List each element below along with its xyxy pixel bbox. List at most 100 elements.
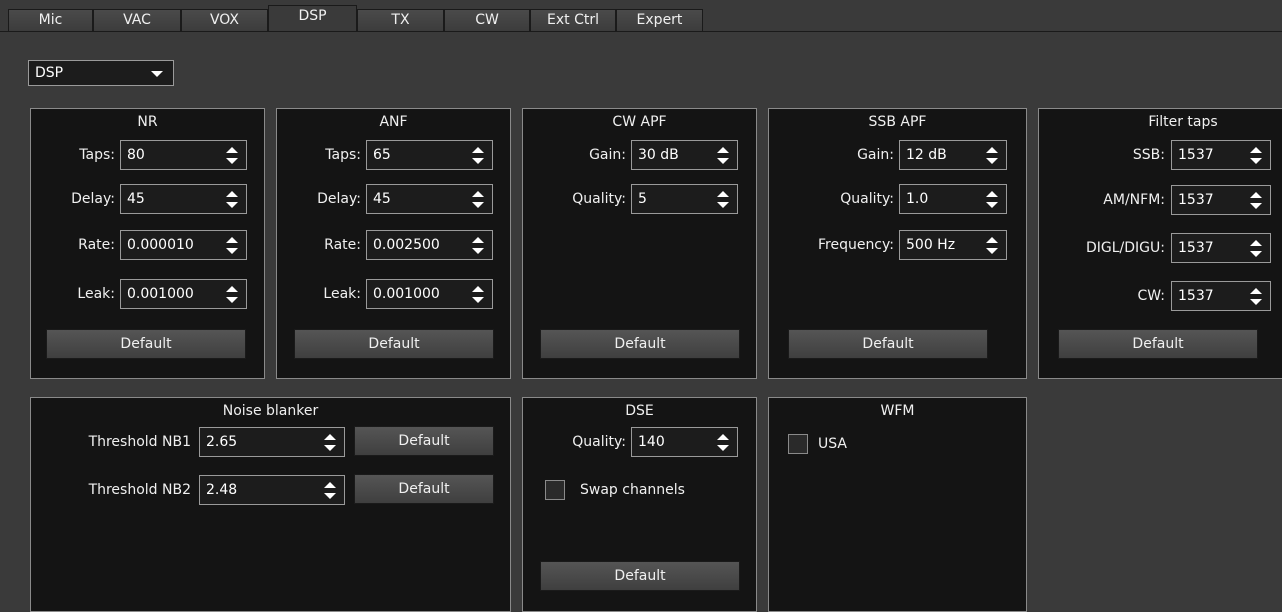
tab-dsp[interactable]: DSP (268, 5, 357, 33)
nr-leak-label: Leak: (77, 286, 115, 302)
anf-leak-value: 0.001000 (373, 286, 440, 302)
nr-delay-spinbox[interactable]: 45 (120, 184, 247, 214)
anf-taps-spinbox[interactable]: 65 (366, 140, 493, 170)
filter-taps-ssb-spinbox[interactable]: 1537 (1171, 140, 1271, 170)
dse-quality-value: 140 (638, 434, 665, 450)
nb2-spinbox[interactable]: 2.48 (199, 475, 345, 505)
filter-taps-amnfm-spinbox[interactable]: 1537 (1171, 185, 1271, 215)
cw-apf-default-button[interactable]: Default (540, 329, 740, 359)
spin-arrows-icon[interactable] (1249, 192, 1263, 210)
spin-arrows-icon[interactable] (225, 147, 239, 165)
spin-arrows-icon[interactable] (225, 191, 239, 209)
anf-leak-label: Leak: (323, 286, 361, 302)
nb1-spinbox[interactable]: 2.65 (199, 427, 345, 457)
ssb-apf-frequency-value: 500 Hz (906, 237, 956, 253)
nb2-default-button[interactable]: Default (354, 474, 494, 504)
dse-default-button[interactable]: Default (540, 561, 740, 591)
nr-taps-value: 80 (127, 147, 145, 163)
spin-arrows-icon[interactable] (985, 191, 999, 209)
swap-channels-label: Swap channels (580, 482, 685, 498)
filter-taps-cw-label: CW: (1137, 288, 1165, 304)
cw-apf-gain-spinbox[interactable]: 30 dB (631, 140, 738, 170)
dse-group: DSE Quality: 140 Swap channels Default (522, 397, 757, 612)
spin-arrows-icon[interactable] (1249, 240, 1263, 258)
anf-taps-label: Taps: (325, 147, 361, 163)
nr-rate-label: Rate: (78, 237, 115, 253)
filter-taps-digl-spinbox[interactable]: 1537 (1171, 233, 1271, 263)
noise-blanker-title: Noise blanker (222, 403, 319, 419)
tab-expert[interactable]: Expert (616, 9, 703, 31)
spin-arrows-icon[interactable] (323, 434, 337, 452)
ssb-apf-gain-label: Gain: (857, 147, 894, 163)
nr-taps-spinbox[interactable]: 80 (120, 140, 247, 170)
swap-channels-checkbox[interactable] (545, 480, 565, 500)
tab-ext-ctrl[interactable]: Ext Ctrl (530, 9, 616, 31)
spin-arrows-icon[interactable] (471, 286, 485, 304)
ssb-apf-gain-spinbox[interactable]: 12 dB (899, 140, 1007, 170)
ssb-apf-title: SSB APF (868, 114, 927, 130)
anf-group: ANF Taps: 65 Delay: 45 Rate: 0.002500 Le… (276, 108, 511, 379)
nr-leak-spinbox[interactable]: 0.001000 (120, 279, 247, 309)
usa-label: USA (818, 436, 847, 452)
cw-apf-gain-label: Gain: (589, 147, 626, 163)
spin-arrows-icon[interactable] (471, 191, 485, 209)
tab-cw[interactable]: CW (444, 9, 530, 31)
tab-vox[interactable]: VOX (181, 9, 268, 31)
filter-taps-default-button[interactable]: Default (1058, 329, 1258, 359)
ssb-apf-frequency-label: Frequency: (817, 237, 894, 253)
anf-leak-spinbox[interactable]: 0.001000 (366, 279, 493, 309)
spin-arrows-icon[interactable] (225, 237, 239, 255)
cw-apf-quality-label: Quality: (572, 191, 626, 207)
anf-taps-value: 65 (373, 147, 391, 163)
nb1-default-button[interactable]: Default (354, 426, 494, 456)
wfm-group: WFM USA (768, 397, 1027, 612)
spin-arrows-icon[interactable] (225, 286, 239, 304)
spin-arrows-icon[interactable] (716, 147, 730, 165)
spin-arrows-icon[interactable] (985, 237, 999, 255)
nr-delay-value: 45 (127, 191, 145, 207)
spin-arrows-icon[interactable] (716, 434, 730, 452)
usa-checkbox[interactable] (788, 434, 808, 454)
nr-delay-label: Delay: (71, 191, 115, 207)
nb1-value: 2.65 (206, 434, 238, 450)
ssb-apf-group: SSB APF Gain: 12 dB Quality: 1.0 Frequen… (768, 108, 1027, 379)
spin-arrows-icon[interactable] (323, 482, 337, 500)
filter-taps-ssb-label: SSB: (1132, 147, 1165, 163)
anf-delay-spinbox[interactable]: 45 (366, 184, 493, 214)
spin-arrows-icon[interactable] (1249, 288, 1263, 306)
nb2-label: Threshold NB2 (88, 482, 191, 498)
filter-taps-cw-spinbox[interactable]: 1537 (1171, 281, 1271, 311)
nr-group: NR Taps: 80 Delay: 45 Rate: 0.000010 Lea… (30, 108, 265, 379)
filter-taps-cw-value: 1537 (1178, 288, 1214, 304)
dse-quality-spinbox[interactable]: 140 (631, 427, 738, 457)
anf-rate-value: 0.002500 (373, 237, 440, 253)
nr-default-button[interactable]: Default (46, 329, 246, 359)
ssb-apf-frequency-spinbox[interactable]: 500 Hz (899, 230, 1007, 260)
nr-title: NR (137, 114, 158, 130)
spin-arrows-icon[interactable] (471, 147, 485, 165)
filter-taps-group: Filter taps SSB: 1537 AM/NFM: 1537 DIGL/… (1038, 108, 1282, 379)
anf-default-button[interactable]: Default (294, 329, 494, 359)
tab-tx[interactable]: TX (357, 9, 444, 31)
cw-apf-gain-value: 30 dB (638, 147, 679, 163)
cw-apf-quality-spinbox[interactable]: 5 (631, 184, 738, 214)
ssb-apf-quality-spinbox[interactable]: 1.0 (899, 184, 1007, 214)
ssb-apf-default-button[interactable]: Default (788, 329, 988, 359)
dsp-page-select[interactable]: DSP (28, 60, 174, 86)
tab-mic[interactable]: Mic (8, 9, 93, 31)
filter-taps-amnfm-label: AM/NFM: (1103, 192, 1165, 208)
dsp-page-select-value: DSP (35, 65, 64, 81)
nr-rate-spinbox[interactable]: 0.000010 (120, 230, 247, 260)
ssb-apf-gain-value: 12 dB (906, 147, 947, 163)
filter-taps-digl-value: 1537 (1178, 240, 1214, 256)
spin-arrows-icon[interactable] (1249, 147, 1263, 165)
spin-arrows-icon[interactable] (985, 147, 999, 165)
spin-arrows-icon[interactable] (716, 191, 730, 209)
filter-taps-title: Filter taps (1148, 114, 1218, 130)
anf-rate-spinbox[interactable]: 0.002500 (366, 230, 493, 260)
spin-arrows-icon[interactable] (471, 237, 485, 255)
tab-vac[interactable]: VAC (93, 9, 181, 31)
nb1-label: Threshold NB1 (88, 434, 191, 450)
nb2-value: 2.48 (206, 482, 238, 498)
nr-leak-value: 0.001000 (127, 286, 194, 302)
